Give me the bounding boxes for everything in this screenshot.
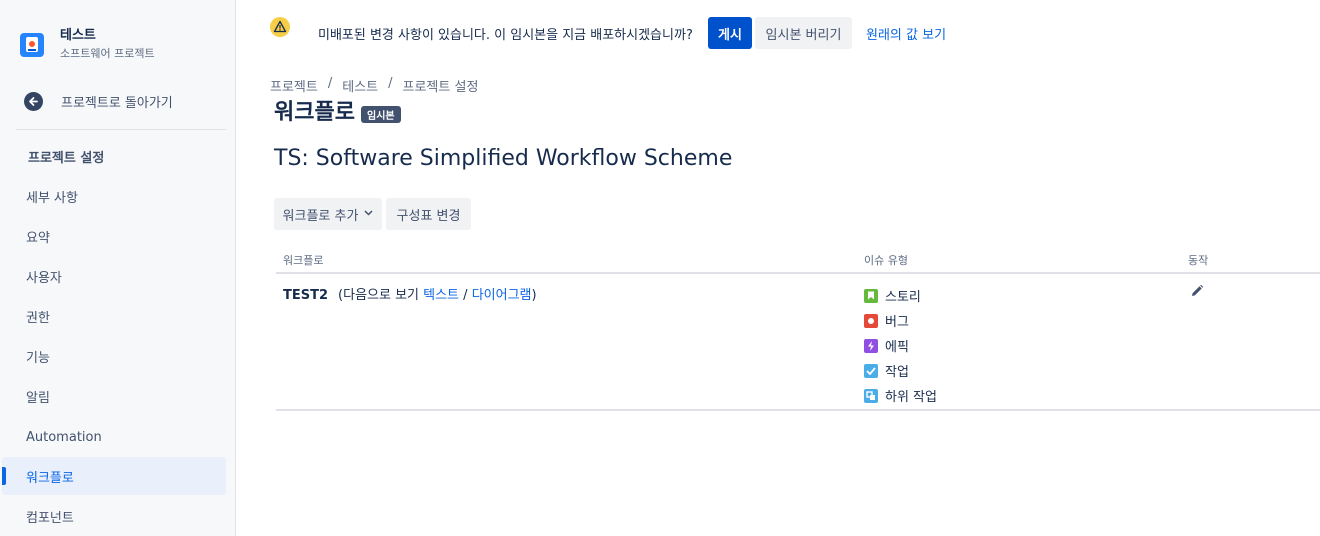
discard-draft-button[interactable]: 임시본 버리기 <box>755 17 852 49</box>
pencil-edit-icon[interactable] <box>1190 284 1204 298</box>
draft-badge: 임시본 <box>361 106 401 123</box>
header-workflow: 워크플로 <box>283 254 324 267</box>
arrow-left-icon <box>24 92 43 111</box>
breadcrumb-project-settings[interactable]: 프로젝트 설정 <box>403 76 479 95</box>
issue-type-task: 작업 <box>864 358 937 383</box>
issue-type-list: 스토리 버그 에픽 작업 하위 작업 <box>864 283 937 408</box>
epic-icon <box>864 338 878 353</box>
warning-icon <box>270 17 290 37</box>
add-workflow-label: 워크플로 추가 <box>282 208 359 224</box>
subtask-icon <box>864 388 878 403</box>
change-scheme-button[interactable]: 구성표 변경 <box>386 198 471 230</box>
sidebar-item-notifications[interactable]: 알림 <box>2 377 226 415</box>
sidebar-item-features[interactable]: 기능 <box>2 337 226 375</box>
sidebar-divider <box>16 129 226 130</box>
sidebar-item-permissions[interactable]: 권한 <box>2 297 226 335</box>
back-label: 프로젝트로 돌아가기 <box>61 96 173 111</box>
scheme-title: TS: Software Simplified Workflow Scheme <box>274 146 733 171</box>
view-original-link[interactable]: 원래의 값 보기 <box>866 24 946 43</box>
issue-type-label: 하위 작업 <box>885 390 937 405</box>
sidebar-item-summary[interactable]: 요약 <box>2 217 226 255</box>
project-type: 소프트웨어 프로젝트 <box>60 47 155 60</box>
breadcrumb-separator: / <box>388 76 393 91</box>
sidebar-item-components[interactable]: 컴포넌트 <box>2 497 226 535</box>
task-icon <box>864 363 878 378</box>
sidebar-section-title: 프로젝트 설정 <box>28 151 105 166</box>
breadcrumb-separator: / <box>327 76 333 91</box>
publish-button[interactable]: 게시 <box>708 17 752 49</box>
project-header[interactable]: 테스트 소프트웨어 프로젝트 <box>20 28 155 62</box>
project-name: 테스트 <box>60 28 96 43</box>
unpublished-changes-message: 미배포된 변경 사항이 있습니다. 이 임시본을 지금 배포하시겠습니까? <box>318 28 693 43</box>
table-row: TEST2 (다음으로 보기 텍스트 / 다이어그램) <box>283 284 537 303</box>
view-text-link[interactable]: 텍스트 <box>423 288 459 303</box>
issue-type-label: 작업 <box>885 365 909 380</box>
view-as-prefix: (다음으로 보기 <box>338 288 424 303</box>
issue-type-epic: 에픽 <box>864 333 937 358</box>
view-as-suffix: ) <box>531 288 537 303</box>
sidebar-item-users[interactable]: 사용자 <box>2 257 226 295</box>
bug-icon <box>864 313 878 328</box>
issue-type-label: 에픽 <box>885 340 909 355</box>
sidebar-item-details[interactable]: 세부 사항 <box>2 177 226 215</box>
link-separator: / <box>459 288 472 303</box>
issue-type-bug: 버그 <box>864 308 937 333</box>
chevron-down-icon <box>364 209 373 219</box>
issue-type-story: 스토리 <box>864 283 937 308</box>
workflow-name: TEST2 <box>283 288 329 303</box>
issue-type-label: 버그 <box>885 315 909 330</box>
sidebar-item-automation[interactable]: Automation <box>2 418 226 456</box>
breadcrumb-project[interactable]: 테스트 <box>342 76 378 95</box>
sidebar: 테스트 소프트웨어 프로젝트 프로젝트로 돌아가기 프로젝트 설정 세부 사항 … <box>0 0 236 536</box>
table-bottom-divider <box>276 409 1320 411</box>
view-diagram-link[interactable]: 다이어그램 <box>472 288 532 303</box>
page-title: 워크플로 <box>274 100 355 125</box>
header-actions: 동작 <box>1188 254 1209 267</box>
add-workflow-dropdown[interactable]: 워크플로 추가 <box>274 198 382 230</box>
header-issue-types: 이슈 유형 <box>864 254 908 267</box>
breadcrumb-projects[interactable]: 프로젝트 <box>270 76 318 95</box>
issue-type-subtask: 하위 작업 <box>864 383 937 408</box>
back-to-project-link[interactable]: 프로젝트로 돌아가기 <box>24 92 173 111</box>
project-avatar-icon <box>20 33 44 57</box>
header-divider <box>276 272 1320 274</box>
breadcrumb: 프로젝트 / 테스트 / 프로젝트 설정 <box>270 76 478 95</box>
story-icon <box>864 288 878 303</box>
issue-type-label: 스토리 <box>885 290 921 305</box>
sidebar-item-workflows[interactable]: 워크플로 <box>2 457 226 495</box>
